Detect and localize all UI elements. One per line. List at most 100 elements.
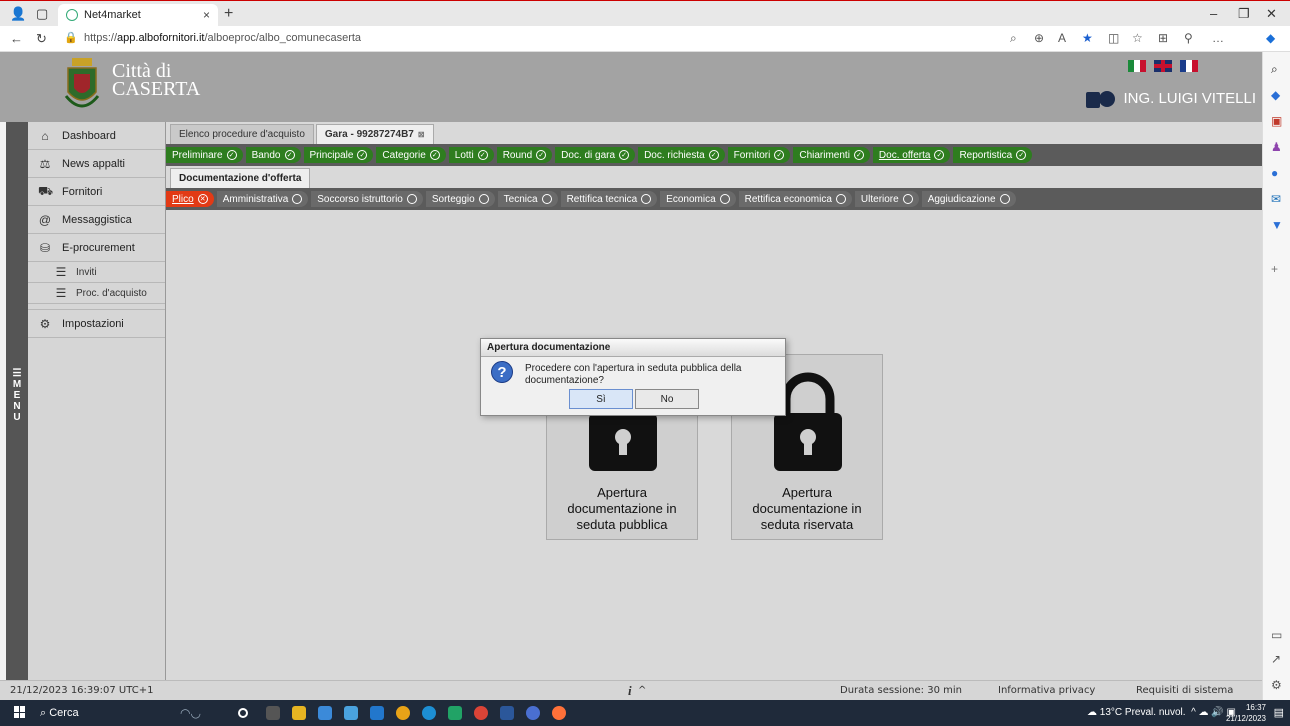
- add-icon[interactable]: +: [1271, 262, 1278, 276]
- new-tab-button[interactable]: +: [224, 5, 233, 23]
- english-flag-icon[interactable]: [1154, 60, 1172, 72]
- tools-icon[interactable]: ▣: [1271, 114, 1282, 128]
- close-window-button[interactable]: ✕: [1266, 6, 1277, 22]
- office-icon[interactable]: ●: [1271, 166, 1278, 180]
- italian-flag-icon[interactable]: [1128, 60, 1146, 72]
- app-icon[interactable]: [344, 706, 358, 720]
- tab-elenco-procedure[interactable]: Elenco procedure d'acquisto: [170, 124, 314, 144]
- french-flag-icon[interactable]: [1180, 60, 1198, 72]
- sidebar-layout-icon[interactable]: ▭: [1271, 628, 1282, 642]
- widget-icon[interactable]: ◠◡: [180, 706, 220, 720]
- word-icon[interactable]: [500, 706, 514, 720]
- edge-icon[interactable]: [422, 706, 436, 720]
- notifications-icon[interactable]: ▤: [1274, 706, 1284, 719]
- browser-tab[interactable]: Net4market ×: [58, 4, 218, 26]
- task-view-icon[interactable]: [266, 706, 280, 720]
- phase-categorie[interactable]: Categorie ✓: [376, 147, 446, 163]
- app-icon[interactable]: [526, 706, 540, 720]
- zoom-icon[interactable]: ⊕: [1034, 31, 1044, 45]
- phase-chiarimenti[interactable]: Chiarimenti ✓: [793, 147, 870, 163]
- external-icon[interactable]: ↗: [1271, 652, 1281, 666]
- subphase-ulteriore[interactable]: Ulteriore: [854, 191, 919, 207]
- sidebar-item-fornitori[interactable]: ⛟ Fornitori: [28, 178, 165, 206]
- info-icon[interactable]: i: [628, 683, 632, 699]
- outlook-icon[interactable]: ✉: [1271, 192, 1281, 206]
- windows-start-icon[interactable]: [14, 706, 26, 718]
- drop-icon[interactable]: ▼: [1271, 218, 1283, 232]
- subphase-sorteggio[interactable]: Sorteggio: [425, 191, 495, 207]
- mail-icon[interactable]: [318, 706, 332, 720]
- user-menu[interactable]: ING. LUIGI VITELLI: [1099, 90, 1256, 107]
- user-avatar-icon: [1099, 90, 1116, 107]
- phase-doc-richiesta[interactable]: Doc. richiesta ✓: [638, 147, 725, 163]
- phase-preliminare[interactable]: Preliminare ✓: [166, 147, 243, 163]
- split-screen-icon[interactable]: ◫: [1108, 31, 1119, 45]
- phase-doc-di-gara[interactable]: Doc. di gara ✓: [555, 147, 636, 163]
- subphase-rettifica-tecnica[interactable]: Rettifica tecnica: [560, 191, 658, 207]
- privacy-link[interactable]: Informativa privacy: [998, 685, 1095, 696]
- yes-button[interactable]: Sì: [569, 389, 633, 409]
- favorite-star-icon[interactable]: ★: [1082, 31, 1093, 45]
- favorites-icon[interactable]: ☆: [1132, 31, 1143, 45]
- phase-reportistica[interactable]: Reportistica ✓: [953, 147, 1033, 163]
- tray-area[interactable]: ☁ 13°C Preval. nuvol. ^ ☁ 🔊 ▣: [1087, 707, 1236, 718]
- settings-icon[interactable]: ⚙: [1271, 678, 1282, 692]
- phase-round[interactable]: Round ✓: [496, 147, 553, 163]
- store-icon[interactable]: [370, 706, 384, 720]
- phase-principale[interactable]: Principale ✓: [303, 147, 374, 163]
- games-icon[interactable]: ♟: [1271, 140, 1282, 154]
- copilot-icon[interactable]: ◆: [1266, 31, 1275, 45]
- no-button[interactable]: No: [635, 389, 699, 409]
- back-icon[interactable]: ←: [10, 31, 23, 46]
- restore-button[interactable]: ❐: [1238, 6, 1250, 22]
- sidebar-subitem-inviti[interactable]: ☰ Inviti: [28, 262, 165, 283]
- menu-toggle[interactable]: ☰ M E N U: [6, 122, 28, 680]
- tab-close-icon[interactable]: ⊠: [418, 130, 425, 139]
- file-explorer-icon[interactable]: [292, 706, 306, 720]
- subphase-plico[interactable]: Plico ✕: [166, 191, 214, 207]
- chevron-up-icon[interactable]: ^: [638, 685, 646, 696]
- doc-tabs: Documentazione d'offerta: [166, 166, 1262, 188]
- url-input[interactable]: https://app.albofornitori.it/alboeproc/a…: [84, 32, 361, 44]
- sidebar-subitem-proc-acquisto[interactable]: ☰ Proc. d'acquisto: [28, 283, 165, 304]
- refresh-icon[interactable]: ↻: [36, 31, 47, 47]
- tab-documentazione-offerta[interactable]: Documentazione d'offerta: [170, 168, 311, 188]
- sidebar-item-dashboard[interactable]: ⌂ Dashboard: [28, 122, 165, 150]
- app-icon[interactable]: [396, 706, 410, 720]
- minimize-button[interactable]: –: [1210, 6, 1217, 21]
- clock[interactable]: 16:37 21/12/2023: [1226, 702, 1266, 724]
- subphase-soccorso-istruttorio[interactable]: Soccorso istruttorio: [311, 191, 423, 207]
- sidebar-item-impostazioni[interactable]: ⚙ Impostazioni: [28, 310, 165, 338]
- more-icon[interactable]: …: [1212, 31, 1224, 45]
- phase-fornitori[interactable]: Fornitori ✓: [727, 147, 791, 163]
- cortana-icon[interactable]: [238, 708, 248, 718]
- sidebar-item-e-procurement[interactable]: ⛁ E-procurement: [28, 234, 165, 262]
- taskbar-search[interactable]: ⌕ Cerca: [40, 707, 79, 720]
- chrome-icon[interactable]: [474, 706, 488, 720]
- sidebar-item-messaggistica[interactable]: @ Messaggistica: [28, 206, 165, 234]
- profile-icon[interactable]: 👤: [10, 6, 26, 22]
- excel-icon[interactable]: [448, 706, 462, 720]
- manual-book-icon[interactable]: [1086, 92, 1100, 108]
- subphase-amministrativa[interactable]: Amministrativa: [216, 191, 309, 207]
- phase-bando[interactable]: Bando ✓: [245, 147, 301, 163]
- tab-gara[interactable]: Gara - 99287274B7 ⊠: [315, 124, 434, 144]
- shopping-icon[interactable]: ◆: [1271, 88, 1280, 102]
- sidebar-item-news-appalti[interactable]: ⚖ News appalti: [28, 150, 165, 178]
- extensions-icon[interactable]: ⚲: [1184, 31, 1193, 45]
- search-icon[interactable]: ⌕: [1271, 62, 1278, 77]
- read-aloud-icon[interactable]: A: [1058, 31, 1066, 45]
- phase-lotti[interactable]: Lotti ✓: [448, 147, 494, 163]
- firefox-icon[interactable]: [552, 706, 566, 720]
- collections-icon[interactable]: ⊞: [1158, 31, 1168, 45]
- subphase-tecnica[interactable]: Tecnica: [497, 191, 558, 207]
- subphase-economica[interactable]: Economica: [660, 191, 736, 207]
- phase-doc-offerta[interactable]: Doc. offerta ✓: [872, 147, 951, 163]
- lock-icon[interactable]: 🔒: [64, 31, 78, 44]
- subphase-aggiudicazione[interactable]: Aggiudicazione: [921, 191, 1016, 207]
- tab-close-icon[interactable]: ×: [203, 8, 210, 22]
- find-icon[interactable]: ⌕: [1010, 31, 1017, 46]
- tab-actions-icon[interactable]: ▢: [36, 6, 48, 22]
- subphase-rettifica-economica[interactable]: Rettifica economica: [738, 191, 852, 207]
- requirements-link[interactable]: Requisiti di sistema: [1136, 685, 1233, 696]
